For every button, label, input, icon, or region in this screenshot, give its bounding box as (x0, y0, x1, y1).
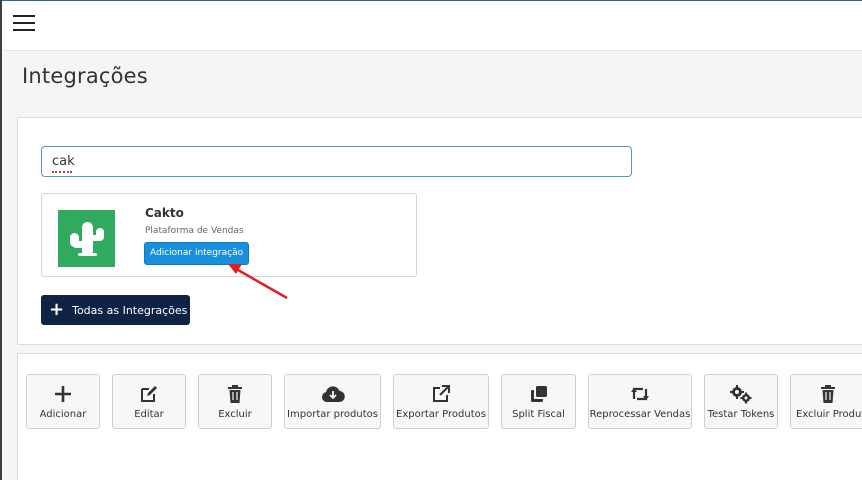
test-tokens-button[interactable]: Testar Tokens (704, 374, 778, 429)
edit-icon (140, 384, 158, 404)
top-bar (2, 0, 862, 51)
plus-icon (54, 384, 72, 404)
page-title: Integrações (22, 64, 148, 88)
import-products-button[interactable]: Importar produtos (284, 374, 381, 429)
all-integrations-label: Todas as Integrações (72, 303, 188, 317)
delete-products-button[interactable]: Excluir Produtos (790, 374, 862, 429)
gears-icon (729, 384, 753, 404)
retweet-icon (629, 384, 651, 404)
export-products-button[interactable]: Exportar Produtos (393, 374, 489, 429)
test-tokens-label: Testar Tokens (707, 408, 775, 420)
cloud-download-icon (321, 384, 345, 404)
split-fiscal-label: Split Fiscal (512, 408, 565, 420)
import-products-label: Importar produtos (287, 408, 378, 420)
external-link-icon (432, 384, 450, 404)
search-input[interactable] (41, 146, 632, 177)
spellcheck-underline (52, 170, 72, 173)
integration-name: Cakto (145, 206, 184, 220)
toolbar-panel: Adicionar Editar Excluir Importar produt… (17, 353, 862, 480)
export-products-label: Exportar Produtos (396, 408, 486, 420)
edit-label: Editar (134, 408, 164, 420)
window-left-edge (0, 0, 2, 480)
add-label: Adicionar (39, 408, 87, 420)
reprocess-sales-button[interactable]: Reprocessar Vendas (588, 374, 692, 429)
trash-icon (227, 384, 243, 404)
integration-card: Cakto Plataforma de Vendas Adicionar int… (41, 193, 417, 277)
integration-category: Plataforma de Vendas (145, 226, 244, 236)
cactus-icon (70, 222, 104, 256)
hamburger-menu-icon[interactable] (13, 15, 35, 33)
cakto-logo (58, 210, 115, 267)
add-button[interactable]: Adicionar (26, 374, 100, 429)
all-integrations-button[interactable]: + Todas as Integrações (41, 295, 190, 325)
clone-icon (530, 384, 548, 404)
add-integration-button[interactable]: Adicionar integração (144, 242, 250, 265)
plus-icon: + (49, 299, 65, 320)
delete-products-label: Excluir Produtos (796, 408, 862, 420)
delete-button[interactable]: Excluir (198, 374, 272, 429)
trash-icon (820, 384, 836, 404)
delete-label: Excluir (218, 408, 252, 420)
reprocess-sales-label: Reprocessar Vendas (589, 408, 691, 420)
edit-button[interactable]: Editar (112, 374, 186, 429)
split-fiscal-button[interactable]: Split Fiscal (501, 374, 576, 429)
integrations-panel: Cakto Plataforma de Vendas Adicionar int… (17, 117, 862, 345)
